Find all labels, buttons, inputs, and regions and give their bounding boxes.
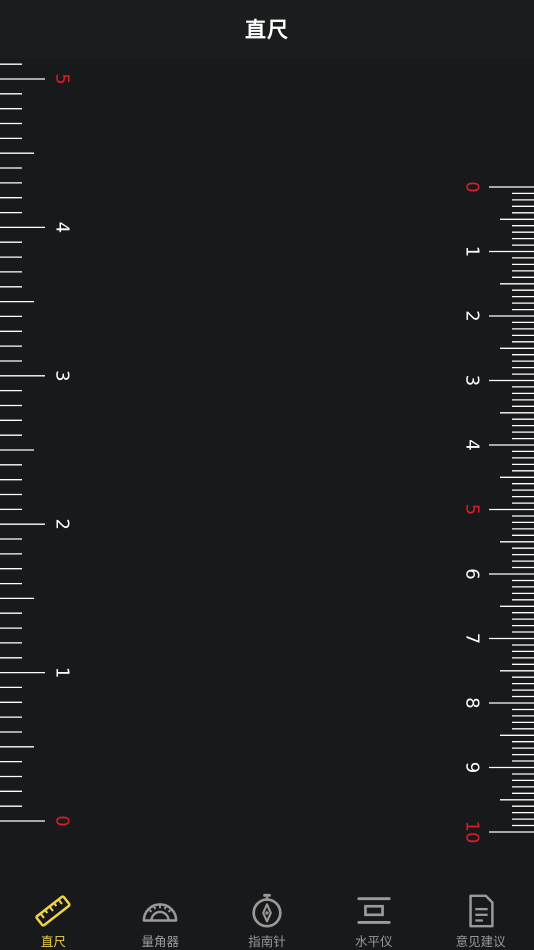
cm-label: 2 [462,310,483,321]
cm-label: 8 [462,697,483,708]
cm-label: 5 [462,504,483,515]
tab-label: 指南针 [248,934,286,949]
feedback-icon [468,894,494,928]
inch-ruler[interactable]: 0 1 2 3 4 5 [0,63,73,827]
inch-label: 5 [52,73,73,84]
cm-label: 4 [462,439,483,450]
tab-feedback[interactable]: 意见建议 [427,880,534,950]
cm-label: 9 [462,762,483,773]
compass-icon [252,893,282,928]
inch-label: 3 [52,370,73,381]
cm-ruler[interactable]: 0 1 2 3 4 5 6 7 8 9 10 [462,181,534,843]
ruler-canvas: 0 1 2 3 4 5 0 1 2 3 4 5 6 7 8 9 10 [0,63,534,843]
ruler-app: 直尺 012345 0 1 2 3 4 5 6 7 8 9 10 直尺 量角器 … [0,0,534,950]
tab-compass[interactable]: 指南针 [214,880,321,950]
tab-label: 水平仪 [355,934,393,949]
tab-ruler[interactable]: 直尺 [0,880,107,950]
inch-label: 1 [52,667,73,678]
cm-label: 10 [462,821,483,844]
tab-protractor[interactable]: 量角器 [107,880,214,950]
inch-label: 0 [52,815,73,826]
cm-label: 6 [462,568,483,579]
protractor-icon [142,903,178,922]
tab-label: 意见建议 [455,934,506,949]
tab-level[interactable]: 水平仪 [320,880,427,950]
cm-label: 0 [462,181,483,192]
inch-label: 2 [52,518,73,529]
cm-label: 7 [462,633,483,644]
tab-label: 量角器 [141,934,179,949]
cm-label: 1 [462,246,483,257]
cm-label: 3 [462,375,483,386]
level-icon [357,897,391,924]
inch-label: 4 [52,222,73,233]
ruler-icon [35,895,72,927]
bottom-tab-bar: 直尺 量角器 指南针 水平仪 意见建议 [0,880,534,950]
tab-label: 直尺 [40,934,66,949]
